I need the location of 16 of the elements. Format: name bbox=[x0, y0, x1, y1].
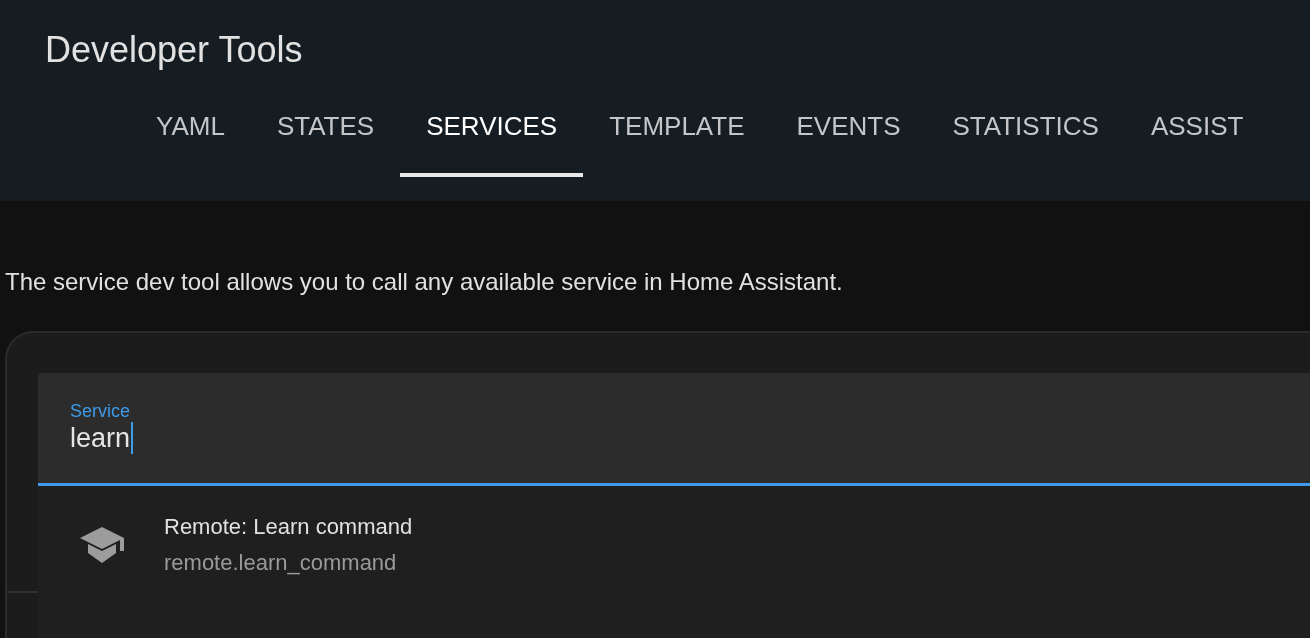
field-label: Service bbox=[70, 400, 131, 422]
service-id: remote.learn_command bbox=[164, 550, 397, 576]
service-field[interactable]: Service learn bbox=[38, 373, 1310, 486]
page-title: Developer Tools bbox=[45, 28, 303, 72]
field-value: learn bbox=[70, 422, 134, 454]
tab[interactable]: EVENTS bbox=[770, 80, 927, 177]
tab[interactable]: YAML bbox=[130, 80, 251, 177]
tab[interactable]: TEMPLATE bbox=[583, 80, 771, 177]
tab[interactable]: SERVICES bbox=[400, 80, 584, 177]
service-title: Remote: Learn command bbox=[164, 514, 413, 540]
tab[interactable]: ASSIST bbox=[1124, 80, 1270, 177]
tab[interactable]: STATES bbox=[250, 80, 401, 177]
suggestion-item[interactable]: Remote: Learn command remote.learn_command bbox=[38, 486, 1310, 586]
graduation-cap-icon bbox=[80, 527, 124, 563]
tab[interactable]: STATISTICS bbox=[926, 80, 1125, 177]
description-text: The service dev tool allows you to call any available service in Home Assistant. bbox=[5, 267, 843, 297]
